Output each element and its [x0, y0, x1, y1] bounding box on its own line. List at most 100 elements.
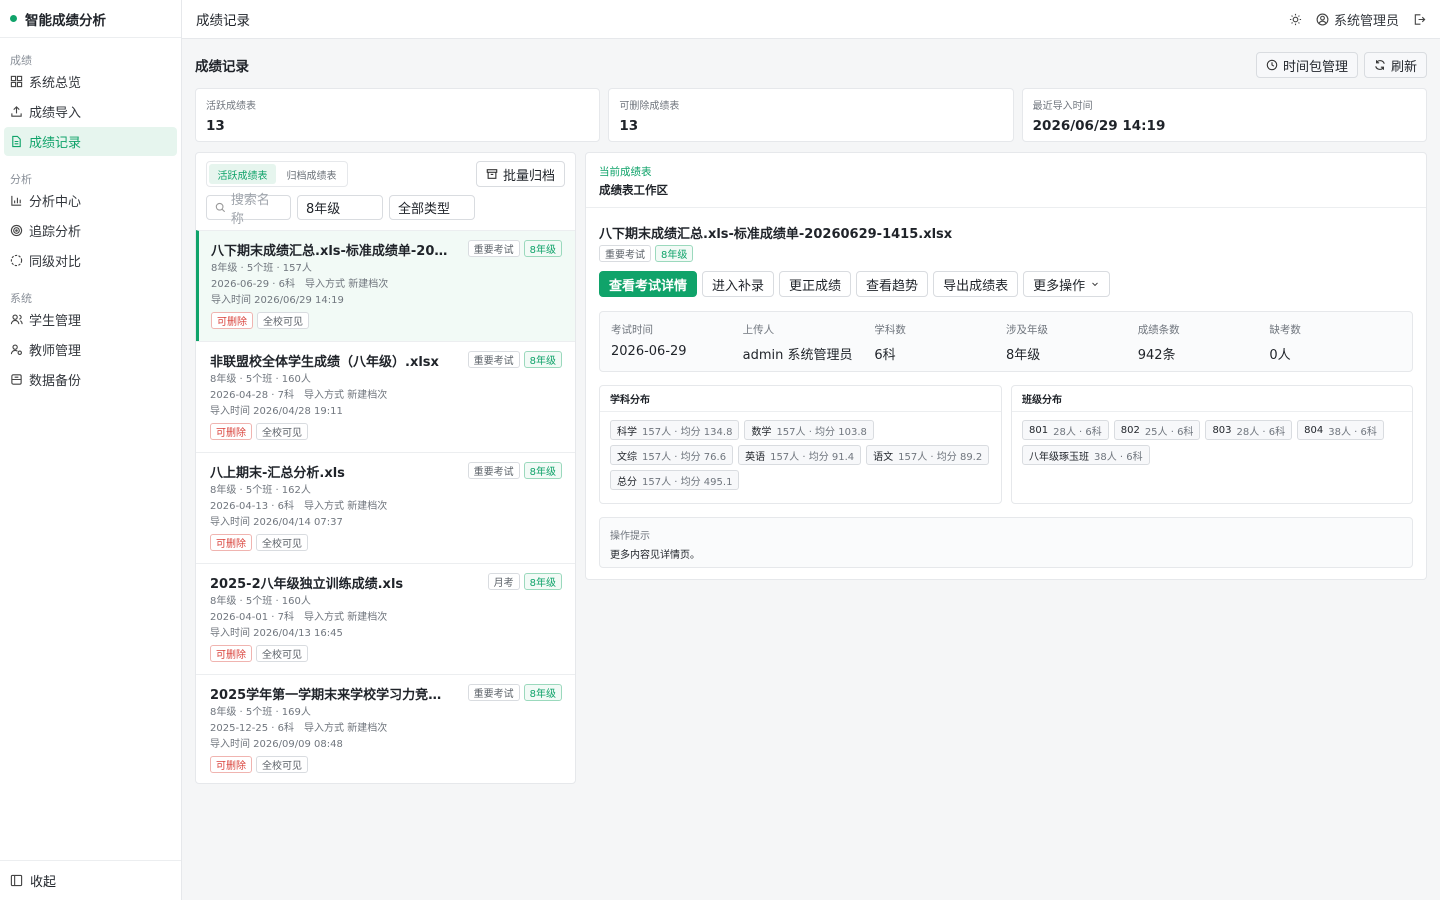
record-meta: 8年级 · 5个班 · 162人 — [210, 485, 311, 496]
visibility-badge: 全校可见 — [256, 645, 308, 662]
record-title: 2025学年第一学期末来学校学习力竞赛成绩.xlsx — [210, 688, 452, 703]
refresh-button[interactable]: 刷新 — [1363, 52, 1427, 78]
type-badge: 重要考试 — [467, 684, 520, 701]
sidebar-item-import[interactable]: 成绩导入 — [4, 97, 177, 126]
info-label: 学科数 — [874, 324, 906, 336]
correct-score-button[interactable]: 更正成绩 — [779, 271, 852, 297]
grade-select[interactable]: 8年级 — [297, 195, 383, 220]
subject-name: 数学 — [751, 426, 772, 438]
visibility-badge: 全校可见 — [256, 423, 308, 440]
user-menu[interactable]: 系统管理员 — [1316, 10, 1399, 29]
subject-name: 总分 — [617, 476, 637, 488]
stat-label: 活跃成绩表 — [206, 101, 256, 112]
record-list-panel: 活跃成绩表 归档成绩表 批量归档 搜索名称 8年级 全部类型 八下期末成绩汇总.… — [195, 152, 576, 784]
subject-chip: 总分 157人 · 均分 495.1 — [610, 470, 740, 490]
grade-select-value: 8年级 — [306, 202, 341, 217]
info-label: 缺考数 — [1269, 324, 1301, 336]
sidebar-item-records[interactable]: 成绩记录 — [4, 127, 177, 156]
subject-stat: 157人 · 均分 89.2 — [898, 451, 983, 463]
list-tab-switch: 活跃成绩表 归档成绩表 — [206, 161, 348, 187]
sidebar-item-analysis[interactable]: 分析中心 — [4, 186, 177, 215]
file-title: 八下期末成绩汇总.xls-标准成绩单-20260629-1415.xlsx — [599, 227, 953, 242]
class-distribution-title: 班级分布 — [1012, 386, 1412, 412]
batch-archive-button[interactable]: 批量归档 — [475, 161, 565, 187]
hint-text: 更多内容见详情页。 — [610, 550, 700, 561]
clock-icon — [1266, 59, 1278, 71]
record-list: 八下期末成绩汇总.xls-标准成绩单-20260629-1415.xlsx 重要… — [196, 230, 575, 783]
subject-stat: 157人 · 均分 495.1 — [642, 476, 733, 488]
user-name: 系统管理员 — [1333, 13, 1399, 29]
type-badge: 月考 — [487, 573, 520, 590]
record-meta: 2026-04-28 · 7科 导入方式 新建档次 — [210, 390, 388, 401]
tab-active-records[interactable]: 活跃成绩表 — [209, 164, 276, 184]
compare-icon — [10, 254, 23, 267]
stat-value: 2026/06/29 14:19 — [1032, 118, 1166, 134]
brand[interactable]: 智能成绩分析 — [0, 0, 181, 38]
exam-info: 考试时间 2026-06-29 上传人 admin 系统管理员 学科数 6科 涉及年级… — [599, 311, 1413, 372]
nav-group-label: 分析 — [10, 173, 32, 186]
stat-card-active: 活跃成绩表 13 — [195, 88, 601, 142]
stat-label: 最近导入时间 — [1032, 101, 1093, 112]
list-item[interactable]: 非联盟校全体学生成绩（八年级）.xlsx 重要考试 8年级 8年级 · 5个班 ·… — [196, 341, 575, 452]
sidebar-item-compare[interactable]: 同级对比 — [4, 246, 177, 275]
type-select-value: 全部类型 — [398, 202, 451, 217]
record-meta: 2026-04-01 · 7科 导入方式 新建档次 — [210, 612, 388, 623]
sidebar-item-label: 教师管理 — [29, 344, 82, 359]
sidebar-item-label: 学生管理 — [29, 314, 82, 329]
sidebar-item-tracking[interactable]: 追踪分析 — [4, 216, 177, 245]
export-button[interactable]: 导出成绩表 — [933, 271, 1019, 297]
type-badge: 重要考试 — [599, 245, 651, 262]
subject-stat: 157人 · 均分 91.4 — [770, 451, 855, 463]
record-meta: 8年级 · 5个班 · 169人 — [210, 707, 311, 718]
info-value: 8年级 — [1006, 348, 1041, 363]
list-item[interactable]: 八上期末-汇总分析.xls 重要考试 8年级 8年级 · 5个班 · 162人 2… — [196, 452, 575, 563]
record-meta: 导入时间 2026/06/29 14:19 — [211, 295, 344, 306]
topbar: 成绩记录 系统管理员 — [182, 0, 1440, 39]
sidebar-item-label: 追踪分析 — [29, 225, 82, 240]
search-input[interactable]: 搜索名称 — [206, 193, 291, 227]
file-icon — [10, 135, 23, 148]
class-name: 801 — [1029, 424, 1049, 436]
sidebar-item-label: 同级对比 — [29, 255, 82, 270]
sidebar-item-backup[interactable]: 数据备份 — [4, 365, 177, 394]
class-stat: 28人 · 6科 — [1053, 426, 1102, 438]
view-trend-button[interactable]: 查看趋势 — [856, 271, 929, 297]
class-distribution: 班级分布 801 28人 · 6科 802 25人 · 6科 803 28人 · 6科… — [1011, 385, 1413, 504]
record-meta: 导入时间 2026/04/28 19:11 — [210, 406, 343, 417]
record-meta: 8年级 · 5个班 · 157人 — [211, 263, 312, 274]
type-select[interactable]: 全部类型 — [389, 195, 475, 220]
grade-badge: 8年级 — [523, 684, 562, 701]
page-title: 成绩记录 — [195, 59, 249, 75]
sidebar-item-overview[interactable]: 系统总览 — [4, 67, 177, 96]
record-meta: 8年级 · 5个班 · 160人 — [210, 374, 311, 385]
more-actions-button[interactable]: 更多操作 — [1023, 271, 1111, 297]
sidebar-item-label: 成绩导入 — [29, 106, 82, 121]
view-exam-detail-button[interactable]: 查看考试详情 — [599, 271, 698, 297]
supplement-button[interactable]: 进入补录 — [702, 271, 775, 297]
time-pack-button[interactable]: 时间包管理 — [1255, 52, 1358, 78]
grade-badge: 8年级 — [523, 351, 562, 368]
theme-sun-icon[interactable] — [1289, 13, 1302, 26]
chevron-down-icon — [1092, 282, 1098, 287]
sidebar-item-students[interactable]: 学生管理 — [4, 305, 177, 334]
record-meta: 8年级 · 5个班 · 160人 — [210, 596, 311, 607]
list-item[interactable]: 2025学年第一学期末来学校学习力竞赛成绩.xlsx 重要考试8年级 8年级 ·… — [196, 674, 575, 783]
tab-archived-records[interactable]: 归档成绩表 — [278, 164, 345, 184]
info-label: 上传人 — [742, 324, 775, 336]
operation-hint: 操作提示 更多内容见详情页。 — [599, 517, 1413, 568]
info-value: 0人 — [1269, 348, 1291, 363]
class-chip: 803 28人 · 6科 — [1205, 420, 1293, 440]
list-item[interactable]: 2025-2八年级独立训练成绩.xls 月考 8年级 8年级 · 5个班 · 16… — [196, 563, 575, 674]
subject-distribution-title: 学科分布 — [600, 386, 1001, 412]
class-chip: 804 38人 · 6科 — [1297, 420, 1384, 440]
record-meta: 导入时间 2026/09/09 08:48 — [210, 739, 343, 750]
refresh-label: 刷新 — [1390, 59, 1417, 75]
record-title: 2025-2八年级独立训练成绩.xls — [210, 577, 404, 592]
collapse-button[interactable]: 收起 — [0, 860, 181, 900]
search-placeholder: 搜索名称 — [230, 192, 270, 227]
users-icon — [10, 313, 23, 326]
logout-icon[interactable] — [1413, 13, 1426, 26]
sidebar-item-teachers[interactable]: 教师管理 — [4, 335, 177, 364]
list-item[interactable]: 八下期末成绩汇总.xls-标准成绩单-20260629-1415.xlsx 重要… — [196, 230, 575, 341]
class-stat: 38人 · 6科 — [1094, 451, 1143, 463]
